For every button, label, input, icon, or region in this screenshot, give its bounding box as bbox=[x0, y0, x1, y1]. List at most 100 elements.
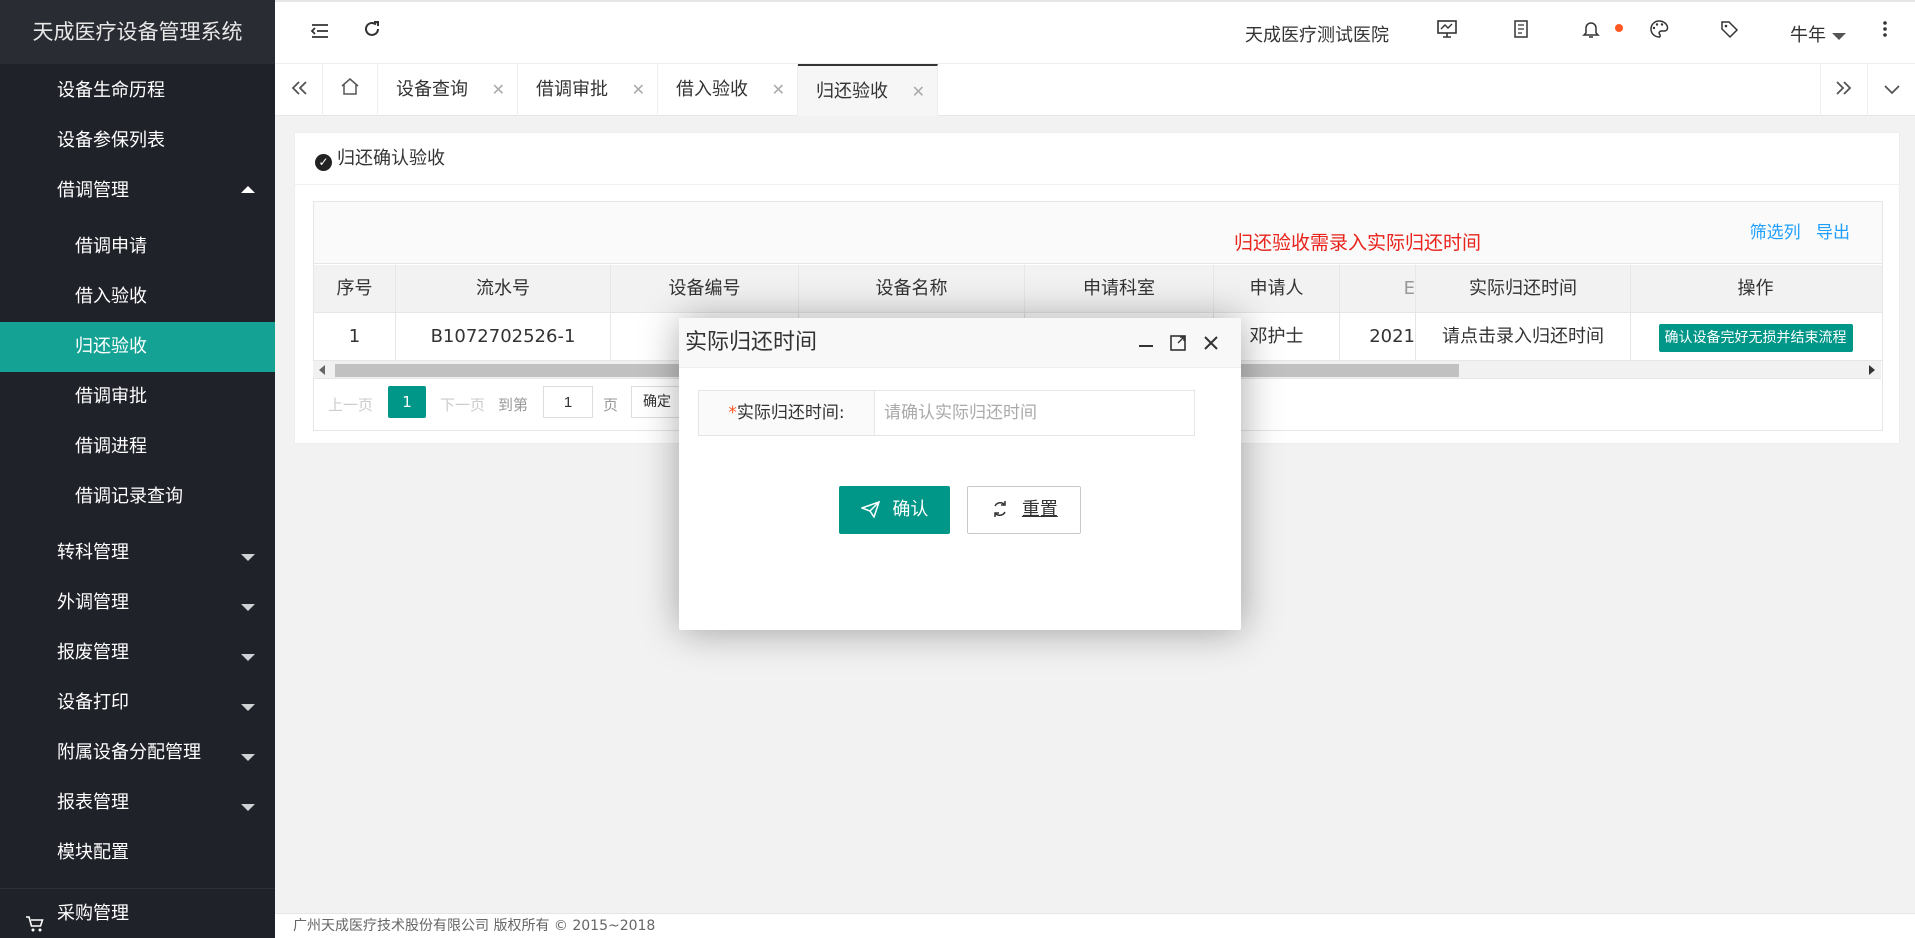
confirm-intact-button[interactable]: 确认设备完好无损并结束流程 bbox=[1658, 324, 1853, 352]
dialog-title: 实际归还时间 bbox=[685, 330, 818, 355]
sidebar-item-label: 模块配置 bbox=[57, 842, 129, 863]
filter-columns-link[interactable]: 筛选列 bbox=[1750, 223, 1801, 243]
chevron-down-icon bbox=[241, 654, 255, 661]
tabs-menu-icon[interactable] bbox=[1868, 64, 1915, 116]
sidebar-item-label: 转科管理 bbox=[57, 542, 129, 563]
col-header[interactable]: 申请科室 bbox=[1025, 265, 1214, 312]
page-unit-label: 页 bbox=[603, 396, 619, 414]
close-icon[interactable]: ✕ bbox=[492, 64, 505, 116]
panel-title: 归还确认验收 bbox=[337, 148, 445, 169]
return-time-label: *实际归还时间: bbox=[699, 391, 875, 435]
table-header-row: 序号 流水号 设备编号 设备名称 申请科室 申请人 E 实际归还时间 操作 bbox=[314, 265, 1882, 313]
cell-serial: B1072702526-1 bbox=[396, 313, 611, 360]
sidebar-item-label: 设备生命历程 bbox=[57, 80, 165, 101]
hospital-name: 天成医疗测试医院 bbox=[1245, 25, 1389, 46]
sidebar-item-label: 附属设备分配管理 bbox=[57, 742, 201, 763]
more-icon[interactable] bbox=[1871, 18, 1899, 46]
sidebar-item-borrow-progress[interactable]: 借调进程 bbox=[0, 422, 275, 472]
goto-confirm-button[interactable]: 确定 bbox=[631, 386, 683, 418]
close-icon[interactable]: ✕ bbox=[632, 64, 645, 116]
read-icon[interactable] bbox=[1507, 18, 1535, 46]
export-link[interactable]: 导出 bbox=[1816, 223, 1850, 243]
sidebar-item-scrap-management[interactable]: 报废管理 bbox=[0, 628, 275, 678]
table-toolbar: 归还验收需录入实际归还时间 筛选列 导出 bbox=[314, 202, 1882, 264]
send-icon bbox=[859, 499, 893, 520]
goto-label: 到第 bbox=[498, 396, 529, 414]
sidebar-item-borrow-approval[interactable]: 借调审批 bbox=[0, 372, 275, 422]
tabs-scroll-left-icon[interactable] bbox=[275, 64, 323, 116]
tab-return-check[interactable]: 归还验收 ✕ bbox=[798, 64, 938, 116]
reset-button[interactable]: 重置 bbox=[967, 486, 1081, 534]
sidebar-item-label: 设备打印 bbox=[57, 692, 129, 713]
panel-header: ✓ 归还确认验收 bbox=[295, 133, 1899, 185]
chevron-down-icon bbox=[241, 754, 255, 761]
col-header[interactable]: E bbox=[1340, 265, 1416, 312]
tab-label: 借调审批 bbox=[536, 79, 608, 100]
close-icon[interactable]: ✕ bbox=[912, 66, 925, 118]
chevron-down-icon bbox=[241, 704, 255, 711]
close-icon[interactable] bbox=[1202, 318, 1220, 368]
cell-return-time[interactable]: 请点击录入归还时间 bbox=[1416, 313, 1631, 360]
menu-fold-icon[interactable] bbox=[306, 18, 334, 46]
tab-borrow-in-check[interactable]: 借入验收 ✕ bbox=[658, 64, 798, 116]
sidebar-item-label: 报废管理 bbox=[57, 642, 129, 663]
refresh-icon[interactable] bbox=[358, 18, 386, 46]
theme-icon[interactable] bbox=[1645, 18, 1673, 46]
user-menu[interactable]: 牛年 bbox=[1790, 21, 1846, 47]
prev-page-button[interactable]: 上一页 bbox=[328, 394, 373, 415]
maximize-icon[interactable] bbox=[1169, 318, 1187, 368]
monitor-icon[interactable] bbox=[1433, 18, 1461, 46]
sidebar-item-insured-list[interactable]: 设备参保列表 bbox=[0, 116, 275, 166]
tab-borrow-approval[interactable]: 借调审批 ✕ bbox=[518, 64, 658, 116]
col-header[interactable]: 实际归还时间 bbox=[1416, 265, 1631, 312]
col-header[interactable]: 申请人 bbox=[1214, 265, 1340, 312]
app-title: 天成医疗设备管理系统 bbox=[0, 0, 275, 64]
sidebar-item-module-config[interactable]: 模块配置 bbox=[0, 828, 275, 878]
bell-icon[interactable] bbox=[1577, 18, 1605, 46]
sidebar-item-device-lifecycle[interactable]: 设备生命历程 bbox=[0, 66, 275, 116]
close-icon[interactable]: ✕ bbox=[772, 64, 785, 116]
confirm-button[interactable]: 确认 bbox=[839, 486, 950, 534]
sidebar-item-accessory-allocation[interactable]: 附属设备分配管理 bbox=[0, 728, 275, 778]
sidebar-item-external-management[interactable]: 外调管理 bbox=[0, 578, 275, 628]
tag-icon[interactable] bbox=[1715, 18, 1743, 46]
sidebar-item-label: 外调管理 bbox=[57, 592, 129, 613]
minimize-icon[interactable] bbox=[1137, 318, 1155, 368]
col-header[interactable]: 设备名称 bbox=[799, 265, 1025, 312]
col-header[interactable]: 设备编号 bbox=[611, 265, 799, 312]
scroll-right-arrow-icon[interactable] bbox=[1869, 365, 1875, 375]
next-page-button[interactable]: 下一页 bbox=[440, 394, 485, 415]
sidebar-item-borrow-apply[interactable]: 借调申请 bbox=[0, 222, 275, 272]
field-label: 实际归还时间: bbox=[736, 403, 845, 423]
return-time-dialog: 实际归还时间 *实际归还时间: 确认 重置 bbox=[679, 318, 1241, 630]
required-mark: * bbox=[728, 403, 737, 423]
sidebar-item-borrow-in-check[interactable]: 借入验收 bbox=[0, 272, 275, 322]
caret-down-icon bbox=[1832, 32, 1846, 40]
col-header[interactable]: 操作 bbox=[1631, 265, 1880, 312]
sidebar-item-report-management[interactable]: 报表管理 bbox=[0, 778, 275, 828]
sidebar-item-borrow-records[interactable]: 借调记录查询 bbox=[0, 472, 275, 522]
cart-icon bbox=[25, 902, 45, 938]
tab-bar: 设备查询 ✕ 借调审批 ✕ 借入验收 ✕ 归还验收 ✕ bbox=[275, 64, 1915, 116]
sidebar-item-device-print[interactable]: 设备打印 bbox=[0, 678, 275, 728]
home-icon[interactable] bbox=[323, 64, 378, 116]
scroll-left-arrow-icon[interactable] bbox=[319, 365, 325, 375]
sidebar-item-purchase-management[interactable]: 采购管理 bbox=[0, 888, 275, 938]
page-number-input[interactable] bbox=[543, 386, 593, 418]
reset-icon bbox=[990, 499, 1022, 520]
sidebar-item-transfer-management[interactable]: 转科管理 bbox=[0, 528, 275, 578]
tab-device-query[interactable]: 设备查询 ✕ bbox=[378, 64, 518, 116]
col-header[interactable]: 序号 bbox=[314, 265, 396, 312]
return-time-input[interactable] bbox=[876, 391, 1194, 435]
sidebar-item-label: 借调记录查询 bbox=[75, 486, 183, 507]
sidebar-item-borrow-management[interactable]: 借调管理 bbox=[0, 166, 275, 216]
confirm-label: 确认 bbox=[892, 499, 929, 520]
col-header[interactable]: 流水号 bbox=[396, 265, 611, 312]
sidebar-item-return-check[interactable]: 归还验收 bbox=[0, 322, 275, 372]
notice-text: 归还验收需录入实际归还时间 bbox=[1234, 232, 1482, 254]
sidebar-item-label: 借调管理 bbox=[57, 180, 129, 201]
tabs-scroll-right-icon[interactable] bbox=[1820, 64, 1868, 116]
footer: 广州天成医疗技术股份有限公司 版权所有 © 2015~2018 bbox=[275, 913, 1915, 938]
sidebar-item-label: 报表管理 bbox=[57, 792, 129, 813]
current-page[interactable]: 1 bbox=[388, 386, 426, 418]
